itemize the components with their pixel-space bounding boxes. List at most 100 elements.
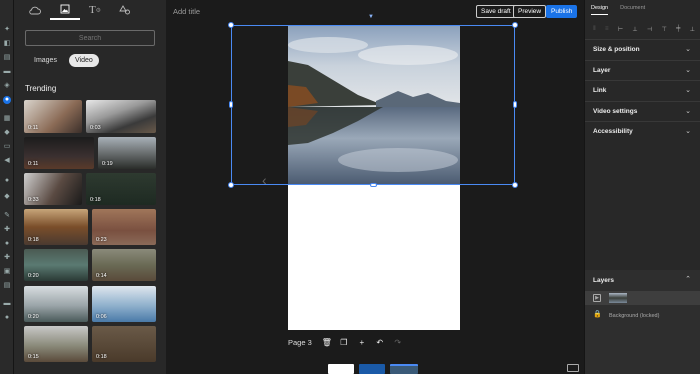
video-thumbnail[interactable]: 0:06 (92, 286, 156, 322)
section-accessibility[interactable]: Accessibility ⌄ (585, 121, 700, 141)
play-icon[interactable]: ● (3, 314, 11, 322)
video-thumbnail[interactable]: 0:33 (24, 173, 82, 205)
brush-icon[interactable]: ✎ (3, 212, 11, 220)
duplicate-page-icon[interactable]: ❐ (340, 338, 348, 347)
image-tab-icon[interactable] (50, 0, 80, 20)
chevron-down-icon: ⌄ (685, 46, 691, 53)
add-page-icon[interactable]: + (358, 338, 366, 347)
video-thumbnail[interactable]: 0:03 (86, 100, 156, 133)
upload-cloud-icon[interactable] (20, 0, 50, 20)
chevron-down-icon: ⌄ (685, 128, 691, 135)
trending-heading: Trending (25, 84, 57, 93)
video-thumbnail[interactable]: 0:23 (92, 209, 156, 245)
media-search-input[interactable] (25, 30, 155, 46)
comment-icon[interactable]: ▬ (3, 68, 11, 76)
tab-document[interactable]: Document (620, 5, 645, 15)
tag-icon[interactable]: ◆ (3, 193, 11, 201)
properties-panel: Design Document ⦀ ≡ ⊢ ⊥ ⊣ ⊤ ╪ ⊥ Size & p… (584, 0, 700, 374)
video-thumbnail[interactable]: 0:18 (92, 326, 156, 362)
grid-icon[interactable]: ▦ (3, 115, 11, 123)
resize-handle-bottom-right[interactable] (512, 182, 518, 188)
media-library-panel: T⚙ Images Video Trending 0:11 0:03 0:11 … (14, 0, 166, 374)
layer-thumbnail (609, 293, 627, 303)
video-thumbnail[interactable]: 0:20 (24, 286, 88, 322)
page-toolbar: Page 3 🗑 ❐ + ↶ ↷ (288, 338, 402, 347)
video-thumbnail[interactable]: 0:14 (92, 249, 156, 281)
page-thumbnail[interactable] (359, 364, 385, 374)
distribute-horizontal-icon[interactable]: ⦀ (593, 26, 596, 33)
shapes-tool-icon[interactable]: ◧ (3, 40, 11, 48)
wrench-icon[interactable]: ✚ (3, 254, 11, 262)
video-filter-button[interactable]: Video (68, 54, 99, 67)
megaphone-icon[interactable]: ◀ (3, 157, 11, 165)
settings-icon[interactable]: ▣ (3, 268, 11, 276)
story-title-input[interactable]: Add title (173, 7, 200, 16)
active-tool-icon[interactable]: ● (3, 96, 11, 104)
video-thumbnail[interactable]: 0:18 (86, 173, 156, 205)
redo-icon[interactable]: ↷ (394, 338, 402, 347)
video-thumbnail[interactable]: 0:20 (24, 249, 88, 281)
undo-icon[interactable]: ↶ (376, 338, 384, 347)
cube-icon[interactable]: ◆ (3, 129, 11, 137)
chevron-up-icon[interactable]: ⌃ (685, 275, 691, 283)
delete-page-icon[interactable]: 🗑 (322, 338, 332, 347)
video-layer-icon: ▶ (593, 294, 601, 302)
circle-icon[interactable]: ● (3, 177, 11, 185)
align-top-icon[interactable]: ⊤ (662, 26, 667, 33)
preview-button[interactable]: Preview (513, 5, 547, 18)
section-link[interactable]: Link ⌄ (585, 80, 700, 100)
resize-handle-top-left[interactable] (228, 22, 234, 28)
section-size-position[interactable]: Size & position ⌄ (585, 39, 700, 59)
section-video-settings[interactable]: Video settings ⌄ (585, 101, 700, 121)
tab-design[interactable]: Design (591, 5, 609, 15)
chevron-down-icon: ⌄ (685, 108, 691, 115)
media-tool-icon[interactable]: ◈ (3, 82, 11, 90)
plug-icon[interactable]: ✚ (3, 226, 11, 234)
chat-icon[interactable]: ▭ (3, 143, 11, 151)
align-center-icon[interactable]: ⊥ (632, 26, 637, 33)
shapes-tab-icon[interactable] (110, 0, 140, 20)
images-filter-button[interactable]: Images (28, 54, 63, 67)
layer-item-background[interactable]: 🔒 Background (locked) (585, 309, 700, 323)
publish-button[interactable]: Publish (546, 5, 578, 18)
story-editor: ✦ ◧ ▤ ▬ ◈ ● ▦ ◆ ▭ ◀ ● ◆ ✎ ✚ ● ✚ ▣ ▤ ▬ ● … (0, 0, 700, 374)
video-thumbnail[interactable]: 0:15 (24, 326, 88, 362)
chevron-down-icon: ⌄ (685, 67, 691, 74)
user-icon[interactable]: ● (3, 240, 11, 248)
text-tool-icon[interactable]: ▤ (3, 54, 11, 62)
resize-handle-top-right[interactable] (512, 22, 518, 28)
video-thumbnail[interactable]: 0:11 (24, 137, 94, 169)
layer-item-video[interactable]: ▶ (585, 291, 700, 305)
layers-heading: Layers (593, 277, 614, 284)
align-bottom-icon[interactable]: ⊥ (690, 26, 695, 33)
resize-handle-bottom[interactable] (370, 183, 377, 187)
page-thumbnail[interactable] (328, 364, 354, 374)
align-left-icon[interactable]: ⊢ (618, 26, 623, 33)
video-thumbnail[interactable]: 0:11 (24, 100, 82, 133)
distribute-vertical-icon[interactable]: ≡ (605, 26, 609, 33)
video-thumbnail[interactable]: 0:18 (24, 209, 88, 245)
page-label: Page 3 (288, 338, 312, 347)
media-type-toggle: Images Video (28, 54, 99, 67)
mail-icon[interactable]: ▬ (3, 300, 11, 308)
tool-rail: ✦ ◧ ▤ ▬ ◈ ● ▦ ◆ ▭ ◀ ● ◆ ✎ ✚ ● ✚ ▣ ▤ ▬ ● (0, 0, 14, 374)
align-right-icon[interactable]: ⊣ (647, 26, 652, 33)
resize-handle-bottom-left[interactable] (228, 182, 234, 188)
resize-handle-right[interactable] (513, 101, 517, 108)
resize-handle-left[interactable] (229, 101, 233, 108)
layers-panel: Layers ⌃ ▶ 🔒 Background (locked) (585, 270, 700, 374)
selection-box[interactable] (228, 22, 518, 188)
page-thumbnail-active[interactable] (390, 364, 418, 374)
chevron-down-icon: ▼ (368, 14, 374, 20)
text-tab-icon[interactable]: T ⚙ (80, 0, 110, 20)
pin-icon[interactable]: ✦ (3, 26, 11, 34)
previous-page-icon[interactable]: ‹ (262, 172, 267, 188)
section-layer[interactable]: Layer ⌄ (585, 60, 700, 80)
save-draft-button[interactable]: Save draft (476, 5, 516, 18)
lock-icon: 🔒 (593, 311, 602, 318)
keyboard-icon[interactable] (567, 364, 579, 372)
video-thumbnail[interactable]: 0:19 (98, 137, 156, 169)
layers-icon[interactable]: ▤ (3, 282, 11, 290)
align-middle-icon[interactable]: ╪ (676, 26, 680, 33)
alignment-toolbar: ⦀ ≡ ⊢ ⊥ ⊣ ⊤ ╪ ⊥ (593, 26, 695, 33)
